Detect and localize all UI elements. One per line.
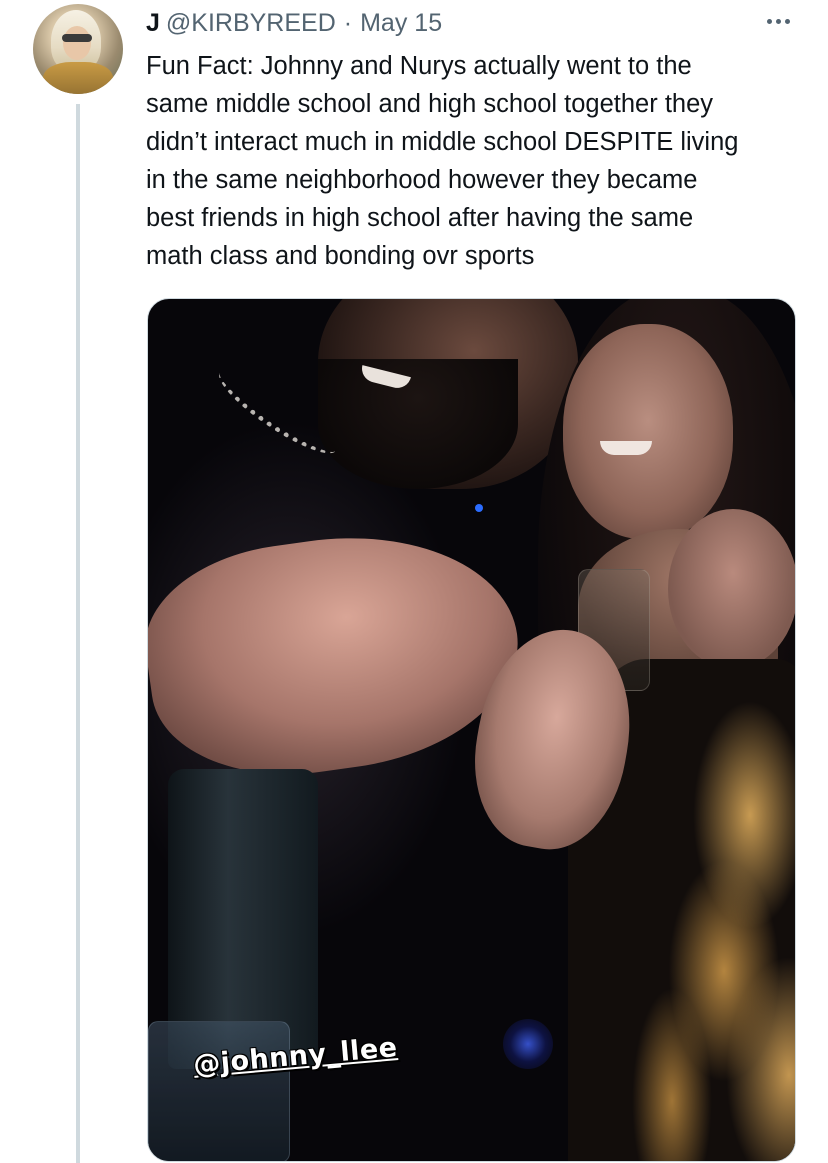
media-beard xyxy=(318,359,518,489)
media-woman-face xyxy=(563,324,733,539)
more-horizontal-icon[interactable] xyxy=(758,8,798,34)
tweet-date[interactable]: May 15 xyxy=(360,9,442,38)
more-dot xyxy=(775,18,781,24)
media-woman-smile xyxy=(600,441,652,455)
tweet: J @KIRBYREED · May 15 Fun Fact: Johnny a… xyxy=(0,0,828,1163)
tweet-header: J @KIRBYREED · May 15 xyxy=(146,6,442,40)
thread-line xyxy=(76,104,80,1163)
avatar-body xyxy=(43,62,113,94)
avatar-face xyxy=(63,26,91,60)
media-blue-light xyxy=(503,1019,553,1069)
media-blue-dot xyxy=(475,504,483,512)
media-far-hand xyxy=(668,509,795,669)
avatar[interactable] xyxy=(33,4,123,94)
tweet-media-image[interactable]: @johnny_llee xyxy=(147,298,796,1162)
more-dot xyxy=(766,18,772,24)
avatar-sunglasses xyxy=(62,34,92,42)
user-handle[interactable]: @KIRBYREED xyxy=(166,9,336,38)
header-separator: · xyxy=(343,8,353,37)
display-name[interactable]: J xyxy=(146,9,160,38)
media-cup xyxy=(148,1021,290,1161)
tweet-text: Fun Fact: Johnny and Nurys actually went… xyxy=(146,52,739,270)
more-dot xyxy=(784,18,790,24)
